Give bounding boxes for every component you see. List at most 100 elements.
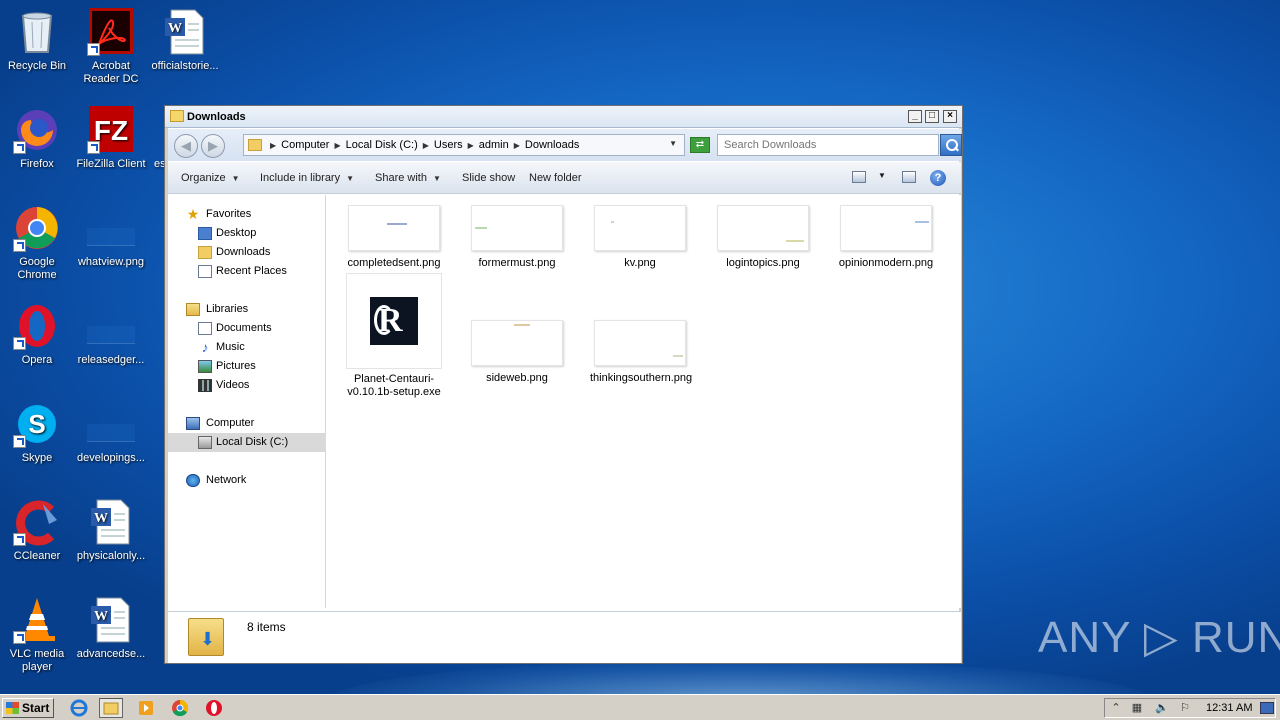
- nav-videos[interactable]: Videos: [168, 376, 326, 395]
- nav-recent-places[interactable]: Recent Places: [168, 262, 326, 281]
- nav-desktop[interactable]: Desktop: [168, 224, 326, 243]
- breadcrumb-downloads[interactable]: Downloads: [522, 139, 582, 152]
- chrome-icon: [13, 204, 61, 252]
- chevron-down-icon[interactable]: ▼: [878, 171, 886, 180]
- folder-icon: [248, 139, 262, 151]
- chevron-right-icon[interactable]: ▶: [268, 139, 278, 152]
- explorer-window[interactable]: Downloads _ □ × ◀ ▶ ▶ Computer ▶ Local D…: [164, 105, 963, 664]
- file-item[interactable]: formermust.png: [467, 205, 567, 270]
- nav-label: Computer: [206, 417, 255, 429]
- taskbar-opera[interactable]: [202, 698, 226, 718]
- breadcrumb-local-disk[interactable]: Local Disk (C:): [343, 139, 421, 152]
- forward-button[interactable]: ▶: [201, 134, 225, 158]
- image-thumbnail: [348, 205, 440, 251]
- minimize-button[interactable]: _: [908, 110, 922, 123]
- chevron-down-icon[interactable]: ▼: [669, 139, 677, 148]
- desktop-icon-opera[interactable]: Opera: [0, 302, 74, 367]
- include-in-library-button[interactable]: Include in library ▼: [260, 172, 354, 184]
- title-bar[interactable]: Downloads _ □ ×: [165, 106, 962, 128]
- chevron-down-icon: ▼: [432, 174, 441, 183]
- taskbar-internet-explorer[interactable]: [67, 698, 91, 718]
- file-item[interactable]: R Planet-Centauri-v0.10.1b-setup.exe: [344, 273, 444, 399]
- search-box[interactable]: [717, 134, 939, 156]
- volume-icon[interactable]: 🔈: [1155, 702, 1169, 714]
- desktop-icon-recycle-bin[interactable]: Recycle Bin: [0, 8, 74, 73]
- desktop-icon-filezilla[interactable]: FZ FileZilla Client: [74, 106, 148, 171]
- action-center-flag-icon[interactable]: ⚐: [1179, 702, 1191, 714]
- videos-icon: [198, 379, 212, 392]
- shortcut-arrow-icon: [87, 43, 100, 56]
- nav-documents[interactable]: Documents: [168, 319, 326, 338]
- breadcrumb-computer[interactable]: Computer: [278, 139, 332, 152]
- shortcut-arrow-icon: [87, 141, 100, 154]
- nav-network[interactable]: Network: [168, 471, 326, 490]
- taskbar-chrome[interactable]: [168, 698, 192, 718]
- nav-downloads[interactable]: Downloads: [168, 243, 326, 262]
- desktop-icon-advancedse[interactable]: W advancedse...: [74, 596, 148, 661]
- desktop-icon-physicalonly[interactable]: W physicalonly...: [74, 498, 148, 563]
- show-hidden-icons-icon[interactable]: ⌃: [1110, 702, 1122, 714]
- maximize-button[interactable]: □: [925, 110, 939, 123]
- close-button[interactable]: ×: [943, 110, 957, 123]
- chevron-right-icon[interactable]: ▶: [512, 139, 522, 152]
- chevron-right-icon[interactable]: ▶: [332, 139, 342, 152]
- desktop-icon-vlc[interactable]: VLC media player: [0, 596, 74, 674]
- desktop-icon-label: Opera: [21, 354, 53, 366]
- nav-music[interactable]: ♪ Music: [168, 338, 326, 357]
- desktop-icon-developings[interactable]: developings...: [74, 400, 148, 465]
- slide-show-button[interactable]: Slide show: [462, 172, 515, 184]
- taskbar-media-player[interactable]: [134, 698, 158, 718]
- desktop-icon-ccleaner[interactable]: CCleaner: [0, 498, 74, 563]
- breadcrumb-users[interactable]: Users: [431, 139, 466, 152]
- desktop-icon-label: developings...: [77, 452, 145, 464]
- desktop-icon-officialstorie[interactable]: W officialstorie...: [148, 8, 222, 73]
- file-item[interactable]: completedsent.png: [344, 205, 444, 270]
- file-item[interactable]: opinionmodern.png: [836, 205, 936, 270]
- network-tray-icon[interactable]: ▦: [1131, 702, 1143, 714]
- chrome-icon: [172, 699, 189, 717]
- refresh-icon[interactable]: ⇄: [690, 137, 710, 153]
- desktop-icon-label: FileZilla Client: [76, 158, 146, 170]
- back-button[interactable]: ◀: [174, 134, 198, 158]
- desktop-icon-label: physicalonly...: [76, 550, 146, 562]
- nav-pictures[interactable]: Pictures: [168, 357, 326, 376]
- share-with-button[interactable]: Share with ▼: [375, 172, 441, 184]
- desktop-icon-skype[interactable]: S Skype: [0, 400, 74, 465]
- organize-button[interactable]: Organize ▼: [181, 172, 240, 184]
- clock[interactable]: 12:31 AM: [1206, 702, 1252, 714]
- help-icon[interactable]: ?: [930, 170, 946, 186]
- start-button[interactable]: Start: [2, 698, 54, 718]
- nav-libraries[interactable]: Libraries: [168, 300, 326, 319]
- nav-local-disk[interactable]: Local Disk (C:): [168, 433, 326, 452]
- nav-label: Documents: [216, 322, 272, 334]
- search-icon[interactable]: [940, 134, 962, 156]
- desktop-icon-firefox[interactable]: Firefox: [0, 106, 74, 171]
- change-view-icon[interactable]: [852, 171, 866, 183]
- breadcrumb-admin[interactable]: admin: [476, 139, 512, 152]
- search-input[interactable]: [724, 136, 924, 154]
- downloads-folder-icon: [188, 618, 224, 656]
- music-note-icon: ♪: [201, 339, 209, 355]
- desktop-icon-whatview[interactable]: whatview.png: [74, 204, 148, 269]
- chevron-right-icon[interactable]: ▶: [421, 139, 431, 152]
- address-bar[interactable]: ▶ Computer ▶ Local Disk (C:) ▶ Users ▶ a…: [243, 134, 685, 156]
- chevron-down-icon: ▼: [231, 174, 240, 183]
- file-item[interactable]: kv.png: [590, 205, 690, 270]
- new-folder-button[interactable]: New folder: [529, 172, 582, 184]
- svg-text:S: S: [28, 409, 45, 439]
- taskbar-explorer[interactable]: [99, 698, 123, 718]
- file-item[interactable]: sideweb.png: [467, 320, 567, 385]
- desktop-icon-label: advancedse...: [76, 648, 146, 660]
- preview-pane-icon[interactable]: [902, 171, 916, 183]
- nav-favorites[interactable]: ★ Favorites: [168, 205, 326, 224]
- chevron-right-icon[interactable]: ▶: [466, 139, 476, 152]
- show-desktop-icon[interactable]: [1260, 702, 1274, 714]
- nav-computer[interactable]: Computer: [168, 414, 326, 433]
- desktop-icon-google-chrome[interactable]: Google Chrome: [0, 204, 74, 282]
- file-name: kv.png: [624, 257, 656, 269]
- desktop-icon-label: Acrobat Reader DC: [83, 60, 139, 85]
- desktop-icon-releasedger[interactable]: releasedger...: [74, 302, 148, 367]
- desktop-icon-acrobat-reader[interactable]: Acrobat Reader DC: [74, 8, 148, 86]
- file-item[interactable]: logintopics.png: [713, 205, 813, 270]
- file-item[interactable]: thinkingsouthern.png: [590, 320, 692, 385]
